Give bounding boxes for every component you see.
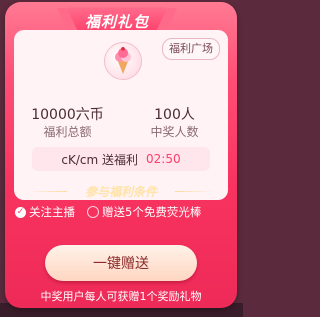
gift-info-card: 福利广场 10000六币 福利总额 100人 中奖人数 cK/cm 送福利 02… (14, 30, 228, 200)
one-click-gift-button[interactable]: 一键赠送 (45, 245, 197, 281)
winners-label: 中奖人数 (150, 125, 199, 139)
total-value: 10000六币 (31, 107, 104, 123)
winners-stat: 100人 中奖人数 (121, 106, 228, 140)
ice-cream-icon (115, 47, 131, 74)
check-icon: ✓ (15, 206, 26, 218)
welfare-plaza-button[interactable]: 福利广场 (162, 38, 220, 60)
keyword-text: cK/cm 送福利 (61, 152, 139, 167)
condition-follow-streamer[interactable]: ✓ 关注主播 (15, 204, 75, 220)
stats-row: 10000六币 福利总额 100人 中奖人数 (14, 106, 228, 140)
condition-label: 赠送5个免费荧光棒 (102, 205, 202, 219)
conditions-list: ✓ 关注主播 赠送5个免费荧光棒 (15, 204, 229, 220)
unchecked-circle-icon (87, 206, 99, 218)
winners-value: 100人 (154, 107, 195, 123)
reward-note: 中奖用户每人可获赠1个奖励礼物 (40, 290, 202, 303)
ice-cream-gift-icon (104, 42, 142, 80)
condition-gift-glowsticks[interactable]: 赠送5个免费荧光棒 (87, 204, 201, 220)
total-stat: 10000六币 福利总额 (14, 106, 121, 140)
conditions-heading: 参与福利条件 (5, 183, 237, 200)
countdown-row: cK/cm 送福利 02:50 (32, 147, 210, 171)
countdown-timer: 02:50 (146, 152, 181, 166)
total-label: 福利总额 (43, 125, 92, 139)
condition-label: 关注主播 (29, 205, 75, 219)
welfare-gift-panel: 福利礼包 福利广场 10000六币 福利总额 100人 中奖人数 cK/cm 送… (5, 2, 237, 308)
